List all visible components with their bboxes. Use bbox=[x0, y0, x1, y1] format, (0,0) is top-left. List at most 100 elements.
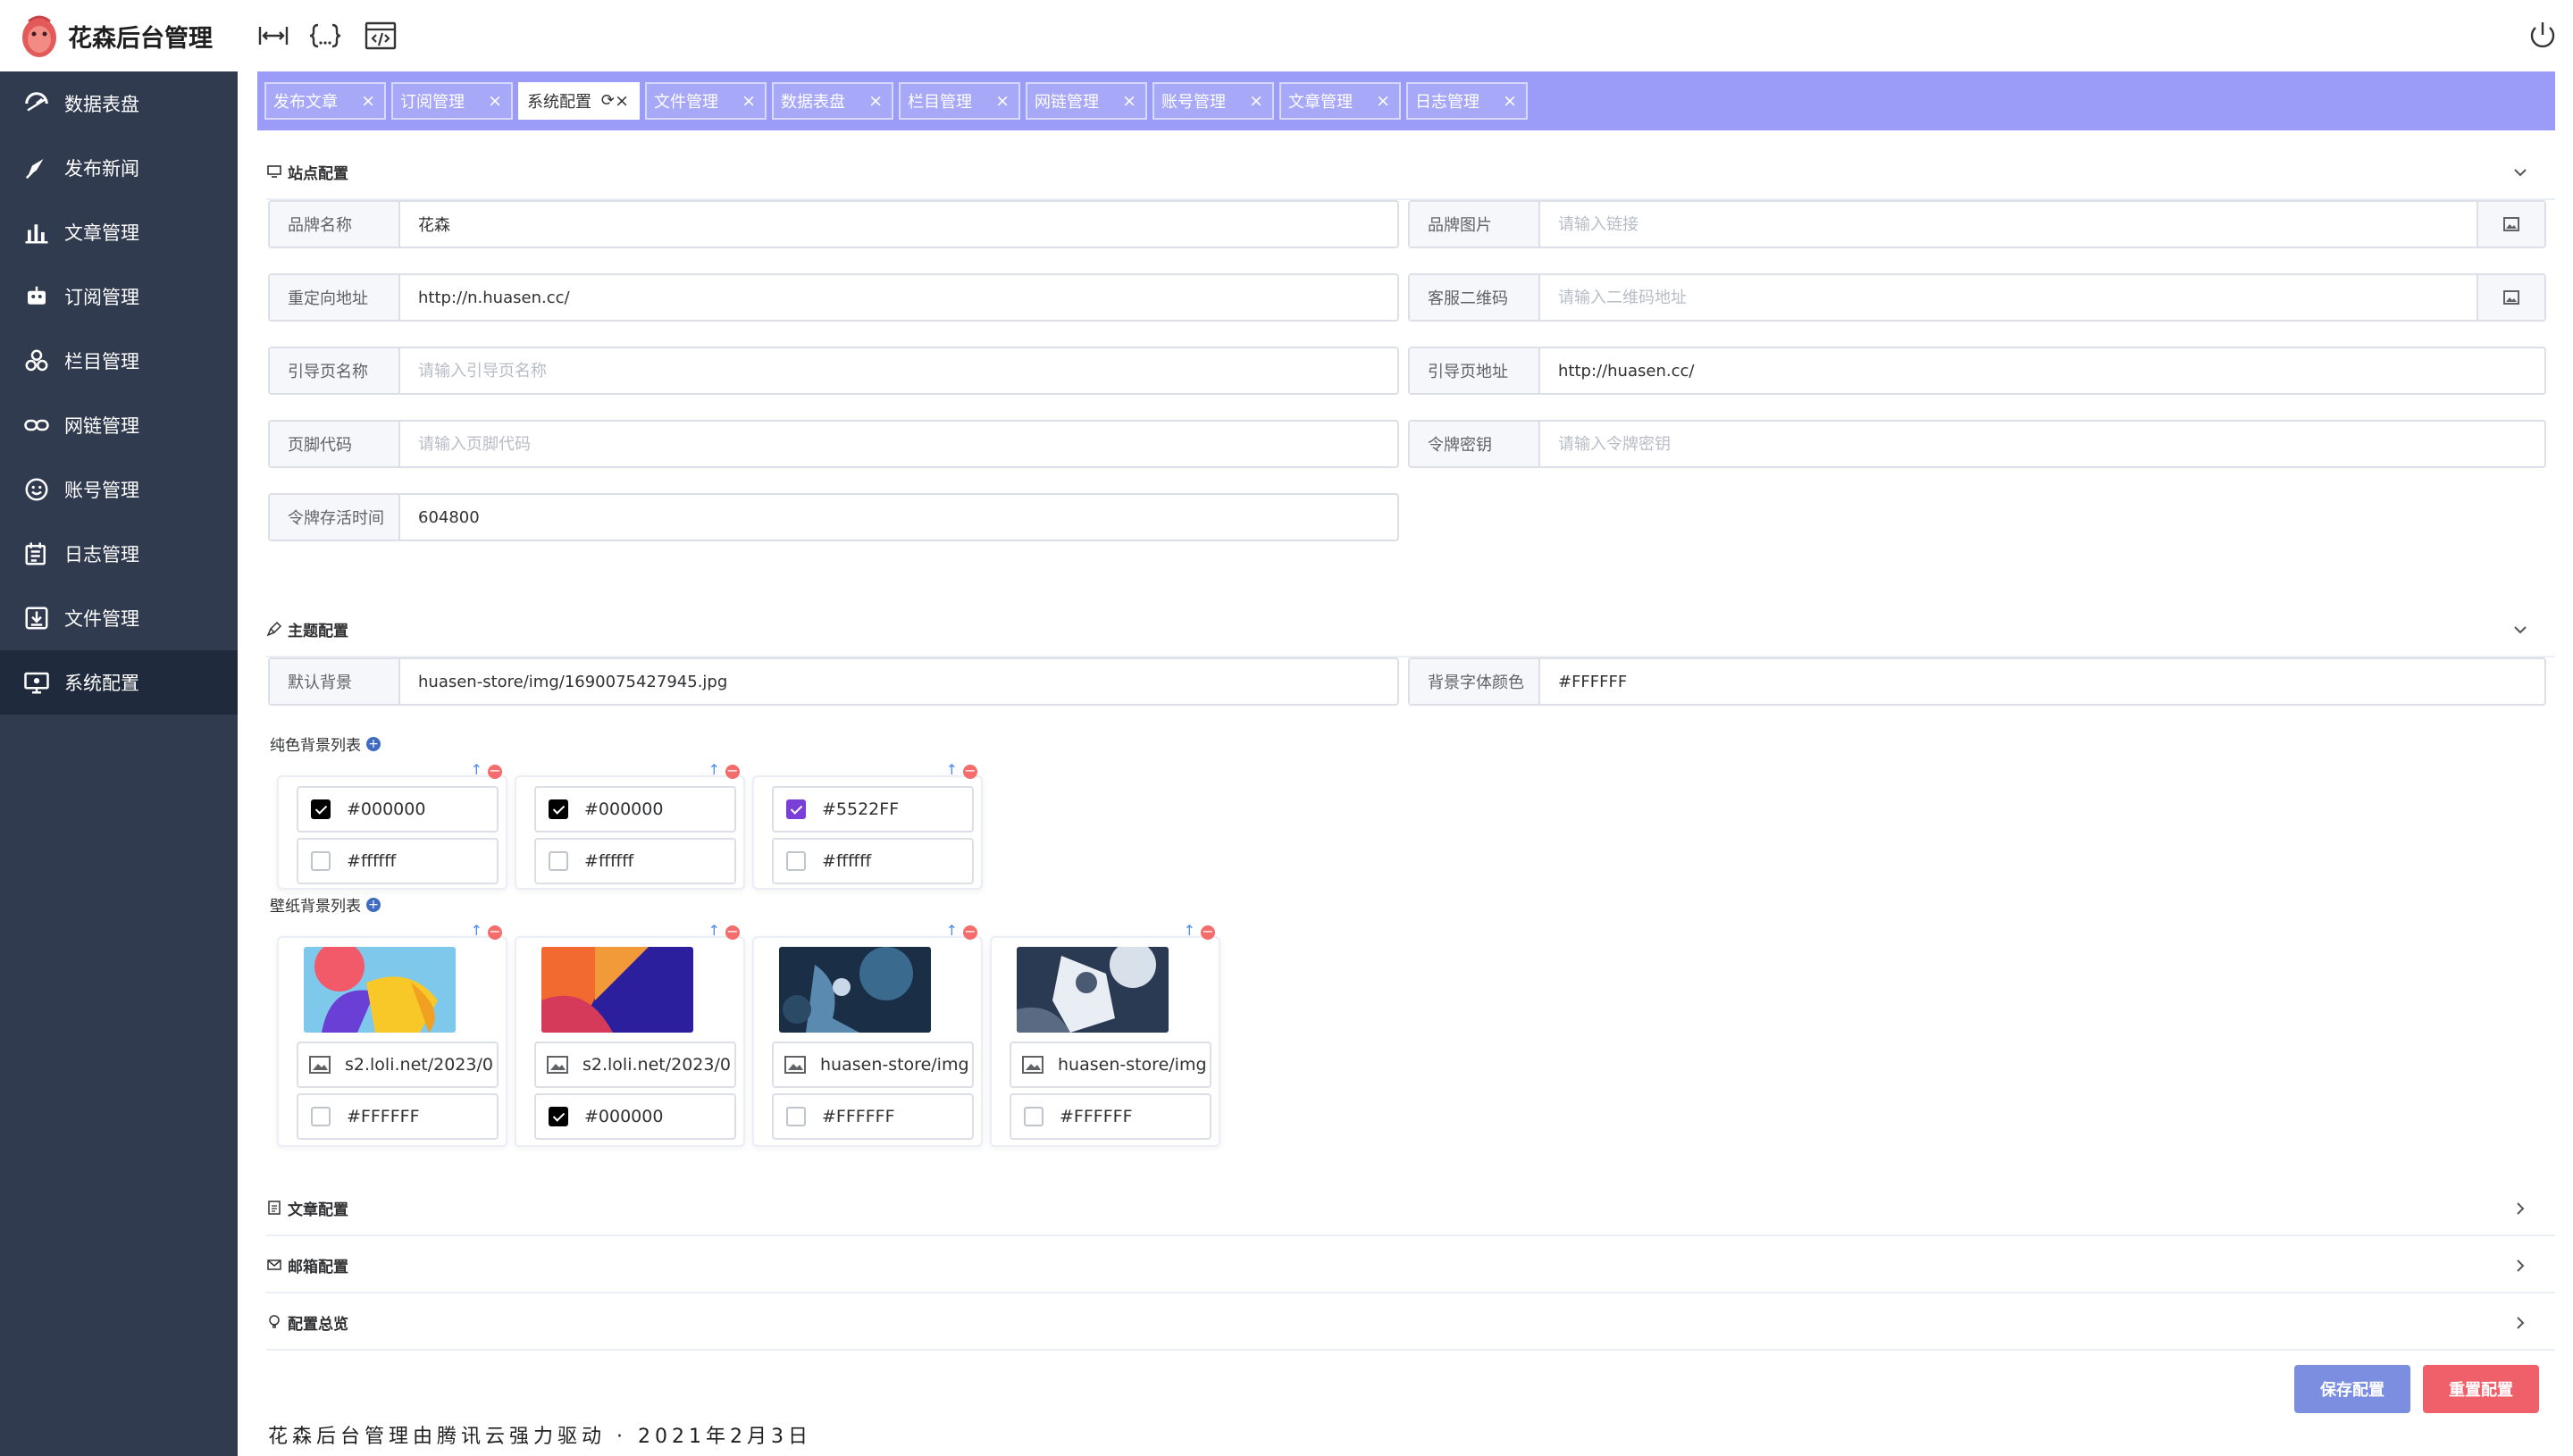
tab-links[interactable]: 网链管理 × bbox=[1026, 82, 1147, 120]
color-swatch[interactable] bbox=[311, 851, 331, 871]
brand-image-input[interactable] bbox=[1540, 202, 2477, 247]
wallpaper-url-input[interactable]: huasen-store/img bbox=[1010, 1042, 1211, 1088]
font-color-input[interactable]: #000000 bbox=[534, 1093, 736, 1140]
sidebar-item-accounts[interactable]: 账号管理 bbox=[0, 457, 238, 522]
font-color-input[interactable]: #FFFFFF bbox=[297, 1093, 499, 1140]
brand-name-input[interactable] bbox=[400, 202, 1397, 247]
close-icon[interactable]: × bbox=[488, 91, 502, 111]
image-picker-button[interactable] bbox=[2477, 275, 2544, 320]
move-up-icon[interactable]: ↑ bbox=[708, 922, 720, 939]
tab-columns[interactable]: 栏目管理 × bbox=[899, 82, 1020, 120]
remove-icon[interactable]: − bbox=[1201, 925, 1215, 940]
move-up-icon[interactable]: ↑ bbox=[946, 922, 958, 939]
expand-width-icon[interactable] bbox=[256, 20, 291, 52]
token-secret-input[interactable] bbox=[1540, 422, 2544, 466]
font-color-input[interactable]: #FFFFFF bbox=[1010, 1093, 1211, 1140]
mail-config-header[interactable]: 邮箱配置 bbox=[266, 1238, 2555, 1293]
close-icon[interactable]: × bbox=[615, 91, 629, 111]
color-swatch[interactable] bbox=[1024, 1107, 1043, 1126]
remove-icon[interactable]: − bbox=[488, 764, 502, 779]
footer-code-input[interactable] bbox=[400, 422, 1397, 466]
tab-files[interactable]: 文件管理 × bbox=[645, 82, 767, 120]
remove-icon[interactable]: − bbox=[725, 925, 740, 940]
add-icon[interactable]: + bbox=[366, 897, 381, 912]
move-up-icon[interactable]: ↑ bbox=[471, 761, 482, 778]
color-swatch[interactable] bbox=[549, 799, 568, 819]
color-swatch[interactable] bbox=[786, 1107, 806, 1126]
bg-color-input[interactable]: #000000 bbox=[297, 786, 499, 833]
close-icon[interactable]: × bbox=[1376, 91, 1390, 111]
color-swatch[interactable] bbox=[311, 1107, 331, 1126]
article-config-header[interactable]: 文章配置 bbox=[266, 1181, 2555, 1236]
close-icon[interactable]: × bbox=[1503, 91, 1517, 111]
sidebar-item-columns[interactable]: 栏目管理 bbox=[0, 329, 238, 393]
color-swatch[interactable] bbox=[549, 851, 568, 871]
wallpaper-url-input[interactable]: s2.loli.net/2023/0 bbox=[297, 1042, 499, 1088]
remove-icon[interactable]: − bbox=[488, 925, 502, 940]
token-ttl-input[interactable] bbox=[400, 495, 1397, 540]
tab-subscriptions[interactable]: 订阅管理 × bbox=[391, 82, 513, 120]
site-config-header[interactable]: 站点配置 bbox=[266, 145, 2555, 200]
reset-config-button[interactable]: 重置配置 bbox=[2423, 1365, 2539, 1413]
refresh-icon[interactable]: ⟳ bbox=[601, 91, 615, 110]
sidebar-item-publish[interactable]: 发布新闻 bbox=[0, 136, 238, 200]
tab-articles[interactable]: 文章管理 × bbox=[1279, 82, 1401, 120]
sidebar-item-system-config[interactable]: 系统配置 bbox=[0, 650, 238, 715]
move-up-icon[interactable]: ↑ bbox=[946, 761, 958, 778]
font-color-input[interactable]: #ffffff bbox=[772, 838, 974, 884]
close-icon[interactable]: × bbox=[868, 91, 883, 111]
wallpaper-thumbnail[interactable] bbox=[1017, 947, 1169, 1033]
sidebar-item-links[interactable]: 网链管理 bbox=[0, 393, 238, 457]
qrcode-input[interactable] bbox=[1540, 275, 2477, 320]
close-icon[interactable]: × bbox=[995, 91, 1010, 111]
sidebar-item-articles[interactable]: 文章管理 bbox=[0, 200, 238, 264]
move-up-icon[interactable]: ↑ bbox=[1184, 922, 1195, 939]
close-icon[interactable]: × bbox=[1122, 91, 1136, 111]
power-icon[interactable] bbox=[2525, 20, 2560, 52]
tab-dashboard[interactable]: 数据表盘 × bbox=[772, 82, 893, 120]
tab-accounts[interactable]: 账号管理 × bbox=[1152, 82, 1274, 120]
add-icon[interactable]: + bbox=[366, 736, 381, 751]
color-swatch[interactable] bbox=[786, 851, 806, 871]
bg-color-input[interactable]: #5522FF bbox=[772, 786, 974, 833]
theme-config-header[interactable]: 主题配置 bbox=[266, 602, 2555, 657]
remove-icon[interactable]: − bbox=[963, 925, 977, 940]
remove-icon[interactable]: − bbox=[725, 764, 740, 779]
save-config-button[interactable]: 保存配置 bbox=[2294, 1365, 2410, 1413]
sidebar-item-files[interactable]: 文件管理 bbox=[0, 586, 238, 650]
font-color-input[interactable]: #FFFFFF bbox=[772, 1093, 974, 1140]
remove-icon[interactable]: − bbox=[963, 764, 977, 779]
guide-url-input[interactable] bbox=[1540, 348, 2544, 393]
close-icon[interactable]: × bbox=[742, 91, 756, 111]
wallpaper-thumbnail[interactable] bbox=[304, 947, 456, 1033]
image-picker-button[interactable] bbox=[2477, 202, 2544, 247]
color-swatch[interactable] bbox=[311, 799, 331, 819]
bg-color-input[interactable]: #000000 bbox=[534, 786, 736, 833]
brand[interactable]: 花森后台管理 bbox=[0, 0, 238, 71]
move-up-icon[interactable]: ↑ bbox=[471, 922, 482, 939]
redirect-input[interactable] bbox=[400, 275, 1397, 320]
color-swatch[interactable] bbox=[786, 799, 806, 819]
font-color-input[interactable]: #ffffff bbox=[534, 838, 736, 884]
close-icon[interactable]: × bbox=[361, 91, 375, 111]
font-color-input[interactable]: #ffffff bbox=[297, 838, 499, 884]
sidebar-item-dashboard[interactable]: 数据表盘 bbox=[0, 71, 238, 136]
color-swatch[interactable] bbox=[549, 1107, 568, 1126]
wallpaper-url-input[interactable]: huasen-store/img bbox=[772, 1042, 974, 1088]
move-up-icon[interactable]: ↑ bbox=[708, 761, 720, 778]
tab-logs[interactable]: 日志管理 × bbox=[1406, 82, 1528, 120]
bg-font-color-input[interactable] bbox=[1540, 659, 2544, 704]
guide-name-input[interactable] bbox=[400, 348, 1397, 393]
sidebar-item-logs[interactable]: 日志管理 bbox=[0, 522, 238, 586]
sidebar-item-subscriptions[interactable]: 订阅管理 bbox=[0, 264, 238, 329]
code-window-icon[interactable] bbox=[363, 20, 398, 52]
wallpaper-url-input[interactable]: s2.loli.net/2023/0 bbox=[534, 1042, 736, 1088]
braces-icon[interactable] bbox=[307, 20, 343, 52]
wallpaper-thumbnail[interactable] bbox=[779, 947, 931, 1033]
close-icon[interactable]: × bbox=[1249, 91, 1263, 111]
tab-system-config[interactable]: 系统配置 ⟳ × bbox=[518, 82, 640, 120]
wallpaper-thumbnail[interactable] bbox=[541, 947, 693, 1033]
default-bg-input[interactable] bbox=[400, 659, 1397, 704]
overview-config-header[interactable]: 配置总览 bbox=[266, 1295, 2555, 1351]
tab-publish-article[interactable]: 发布文章 × bbox=[264, 82, 386, 120]
